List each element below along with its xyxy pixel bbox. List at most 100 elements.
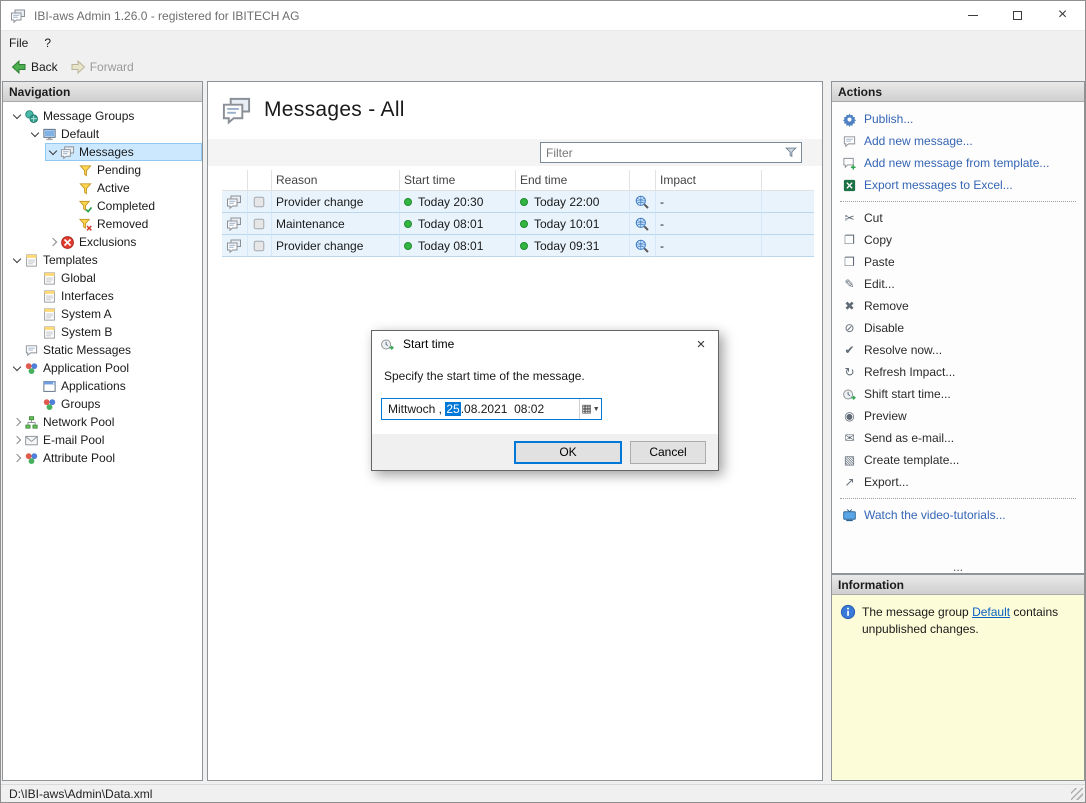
action-create-template[interactable]: ▧Create template... bbox=[832, 449, 1084, 471]
chevron-right-icon[interactable] bbox=[10, 433, 24, 447]
tree-item-applications[interactable]: Applications bbox=[3, 377, 202, 395]
chevron-down-icon[interactable] bbox=[10, 253, 24, 267]
chevron-right-icon[interactable] bbox=[10, 451, 24, 465]
tree-item-messages[interactable]: Messages bbox=[3, 143, 202, 161]
paste-icon: ❒ bbox=[842, 255, 857, 270]
copy-icon: ❐ bbox=[842, 233, 857, 248]
default-group-link[interactable]: Default bbox=[972, 605, 1010, 619]
tree-item-label: Removed bbox=[97, 217, 148, 231]
action-label: Copy bbox=[864, 233, 892, 247]
action-remove[interactable]: ✖Remove bbox=[832, 295, 1084, 317]
resize-grip[interactable] bbox=[1071, 788, 1083, 800]
resolve-icon: ✔ bbox=[842, 343, 857, 358]
checkbox-icon[interactable] bbox=[252, 217, 266, 231]
calendar-icon: ▦ bbox=[581, 404, 591, 415]
checkbox-icon[interactable] bbox=[252, 195, 266, 209]
action-export[interactable]: ↗Export... bbox=[832, 471, 1084, 493]
message-icon bbox=[24, 343, 39, 358]
tree-item-pending[interactable]: Pending bbox=[3, 161, 202, 179]
info-icon bbox=[840, 604, 856, 620]
action-publish[interactable]: Publish... bbox=[832, 108, 1084, 130]
action-refresh-impact[interactable]: ↻Refresh Impact... bbox=[832, 361, 1084, 383]
separator bbox=[840, 201, 1076, 202]
action-disable[interactable]: ⊘Disable bbox=[832, 317, 1084, 339]
titlebar[interactable]: IBI-aws Admin 1.26.0 - registered for IB… bbox=[1, 1, 1085, 31]
tree-item-groups[interactable]: Groups bbox=[3, 395, 202, 413]
forward-button[interactable]: Forward bbox=[64, 57, 140, 77]
balls-icon bbox=[24, 451, 39, 466]
navigation-panel: Navigation Message Groups Default Messag… bbox=[2, 81, 203, 781]
impact-globe-icon bbox=[634, 194, 650, 210]
action-cut[interactable]: ✂Cut bbox=[832, 207, 1084, 229]
action-add-message-from-template[interactable]: Add new message from template... bbox=[832, 152, 1084, 174]
tree-item-label: Templates bbox=[43, 253, 98, 267]
ok-button[interactable]: OK bbox=[514, 441, 622, 464]
datetime-picker[interactable]: Mittwoch , 25.08.2021 08:02 ▦▼ bbox=[381, 398, 602, 420]
column-header-end-time[interactable]: End time bbox=[516, 170, 630, 191]
chevron-none bbox=[28, 289, 42, 303]
action-copy[interactable]: ❐ Copy bbox=[832, 229, 1084, 251]
tree-item-interfaces[interactable]: Interfaces bbox=[3, 287, 202, 305]
column-header-reason[interactable]: Reason bbox=[272, 170, 400, 191]
tree-item-label: Groups bbox=[61, 397, 100, 411]
action-send-as-email[interactable]: ✉Send as e-mail... bbox=[832, 427, 1084, 449]
tree-item-application-pool[interactable]: Application Pool bbox=[3, 359, 202, 377]
column-header-start-time[interactable]: Start time bbox=[400, 170, 516, 191]
back-button[interactable]: Back bbox=[5, 57, 64, 77]
action-add-new-message[interactable]: Add new message... bbox=[832, 130, 1084, 152]
chevron-right-icon[interactable] bbox=[46, 235, 60, 249]
chevron-none bbox=[28, 379, 42, 393]
action-resolve-now[interactable]: ✔Resolve now... bbox=[832, 339, 1084, 361]
checkbox-icon[interactable] bbox=[252, 239, 266, 253]
action-preview[interactable]: ◉Preview bbox=[832, 405, 1084, 427]
tree-item-attribute-pool[interactable]: Attribute Pool bbox=[3, 449, 202, 467]
calendar-dropdown-button[interactable]: ▦▼ bbox=[579, 399, 601, 419]
menu-file[interactable]: File bbox=[1, 33, 36, 53]
chevron-down-icon[interactable] bbox=[10, 109, 24, 123]
tree-item-network-pool[interactable]: Network Pool bbox=[3, 413, 202, 431]
dialog-titlebar[interactable]: Start time × bbox=[372, 331, 718, 357]
tree-item-templates[interactable]: Templates bbox=[3, 251, 202, 269]
chevron-down-icon[interactable] bbox=[46, 145, 60, 159]
tree-item-system-a[interactable]: System A bbox=[3, 305, 202, 323]
menu-help[interactable]: ? bbox=[36, 33, 59, 53]
close-button[interactable]: × bbox=[1040, 1, 1085, 30]
actions-overflow-indicator[interactable]: ... bbox=[832, 562, 1084, 572]
filter-input[interactable] bbox=[540, 142, 802, 163]
action-paste[interactable]: ❒Paste bbox=[832, 251, 1084, 273]
action-label: Refresh Impact... bbox=[864, 365, 955, 379]
balls-icon bbox=[24, 361, 39, 376]
tree-item-default[interactable]: Default bbox=[3, 125, 202, 143]
action-shift-start-time[interactable]: Shift start time... bbox=[832, 383, 1084, 405]
tree-item-exclusions[interactable]: Exclusions bbox=[3, 233, 202, 251]
table-row[interactable]: Provider change Today 08:01 Today 09:31 … bbox=[222, 235, 814, 257]
action-export-to-excel[interactable]: Export messages to Excel... bbox=[832, 174, 1084, 196]
column-header-impact[interactable]: Impact bbox=[656, 170, 762, 191]
data-file-path: D:\IBI-aws\Admin\Data.xml bbox=[9, 787, 152, 801]
tree-item-system-b[interactable]: System B bbox=[3, 323, 202, 341]
maximize-button[interactable] bbox=[995, 1, 1040, 30]
filter-funnel-icon[interactable] bbox=[784, 145, 798, 159]
action-watch-video-tutorials[interactable]: Watch the video-tutorials... bbox=[832, 504, 1084, 526]
actions-header: Actions bbox=[832, 82, 1084, 102]
chevron-down-icon[interactable] bbox=[10, 361, 24, 375]
tree-item-message-groups[interactable]: Message Groups bbox=[3, 107, 202, 125]
tree-item-completed[interactable]: Completed bbox=[3, 197, 202, 215]
tree-item-global[interactable]: Global bbox=[3, 269, 202, 287]
tree-item-static-messages[interactable]: Static Messages bbox=[3, 341, 202, 359]
menubar: File ? bbox=[1, 31, 1085, 54]
tree-item-active[interactable]: Active bbox=[3, 179, 202, 197]
minimize-button[interactable] bbox=[950, 1, 995, 30]
tree-item-email-pool[interactable]: E-mail Pool bbox=[3, 431, 202, 449]
tree-item-removed[interactable]: Removed bbox=[3, 215, 202, 233]
table-row[interactable]: Provider change Today 20:30 Today 22:00 … bbox=[222, 191, 814, 213]
chevron-right-icon[interactable] bbox=[10, 415, 24, 429]
action-edit[interactable]: ✎Edit... bbox=[832, 273, 1084, 295]
maximize-icon bbox=[1013, 11, 1022, 20]
chevron-down-icon[interactable] bbox=[28, 127, 42, 141]
cancel-button[interactable]: Cancel bbox=[630, 441, 706, 464]
back-label: Back bbox=[31, 60, 58, 74]
dialog-close-icon[interactable]: × bbox=[684, 331, 718, 357]
table-row[interactable]: Maintenance Today 08:01 Today 10:01 - bbox=[222, 213, 814, 235]
datetime-text: .08.2021 08:02 bbox=[461, 402, 544, 416]
